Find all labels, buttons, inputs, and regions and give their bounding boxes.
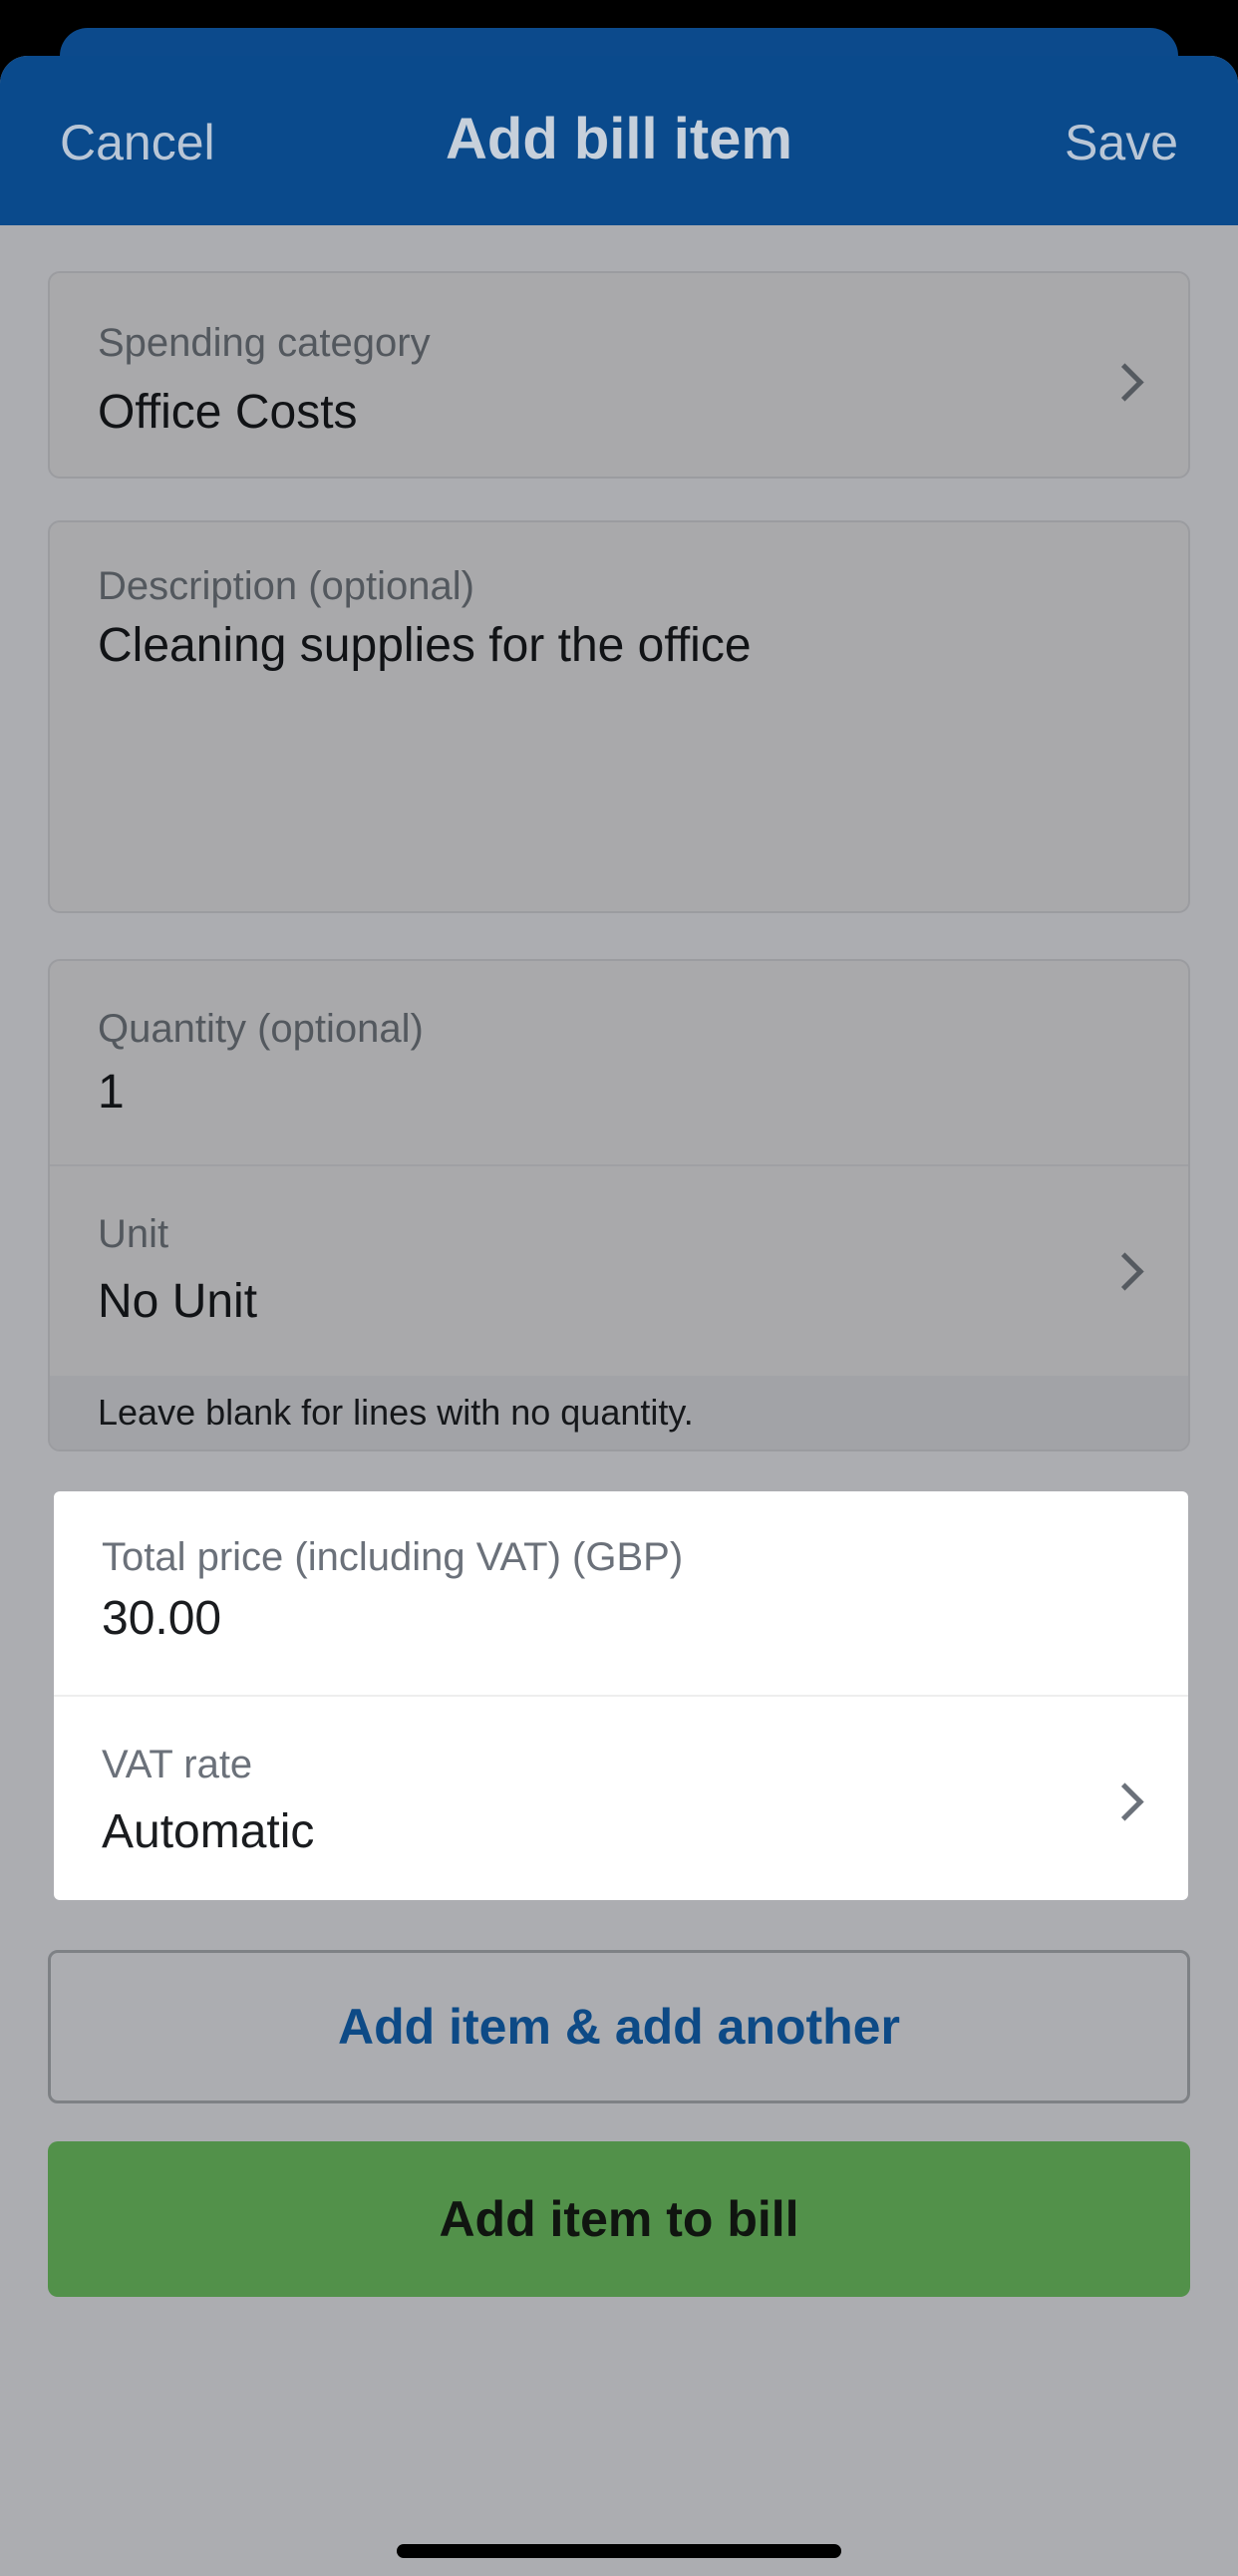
total-price-field[interactable]: Total price (including VAT) (GBP) 30.00: [54, 1491, 1188, 1695]
quantity-input[interactable]: 1: [98, 1065, 125, 1120]
quantity-field[interactable]: Quantity (optional) 1: [50, 961, 1188, 1164]
spending-category-row[interactable]: Spending category Office Costs: [48, 271, 1190, 479]
add-item-to-bill-button[interactable]: Add item to bill: [48, 2141, 1190, 2297]
quantity-hint: Leave blank for lines with no quantity.: [98, 1392, 694, 1433]
home-indicator[interactable]: [397, 2544, 841, 2558]
total-price-label: Total price (including VAT) (GBP): [102, 1535, 684, 1579]
save-button[interactable]: Save: [1065, 114, 1178, 171]
chevron-right-icon: [1105, 1782, 1144, 1821]
unit-row[interactable]: Unit No Unit: [50, 1166, 1188, 1380]
add-item-and-another-button[interactable]: Add item & add another: [48, 1950, 1190, 2103]
vat-rate-row[interactable]: VAT rate Automatic: [54, 1697, 1188, 1900]
unit-label: Unit: [98, 1212, 169, 1256]
quantity-unit-card: Quantity (optional) 1 Unit No Unit Leave…: [48, 959, 1190, 1451]
description-field[interactable]: Description (optional) Cleaning supplies…: [48, 520, 1190, 913]
vat-rate-value: Automatic: [102, 1805, 315, 1858]
total-price-input[interactable]: 30.00: [102, 1591, 221, 1646]
add-bill-item-sheet: Cancel Add bill item Save Spending categ…: [0, 56, 1238, 2576]
quantity-hint-bar: Leave blank for lines with no quantity.: [50, 1376, 1188, 1449]
navigation-header: Cancel Add bill item Save: [0, 56, 1238, 225]
description-input[interactable]: Cleaning supplies for the office: [98, 618, 752, 673]
spending-category-label: Spending category: [98, 321, 431, 365]
spending-category-value: Office Costs: [98, 386, 358, 439]
quantity-label: Quantity (optional): [98, 1007, 424, 1051]
page-title: Add bill item: [446, 107, 792, 171]
unit-value: No Unit: [98, 1275, 258, 1328]
chevron-right-icon: [1105, 1252, 1144, 1291]
chevron-right-icon: [1105, 363, 1144, 402]
description-label: Description (optional): [98, 564, 474, 608]
price-vat-card: Total price (including VAT) (GBP) 30.00 …: [54, 1491, 1188, 1900]
vat-rate-label: VAT rate: [102, 1743, 253, 1786]
